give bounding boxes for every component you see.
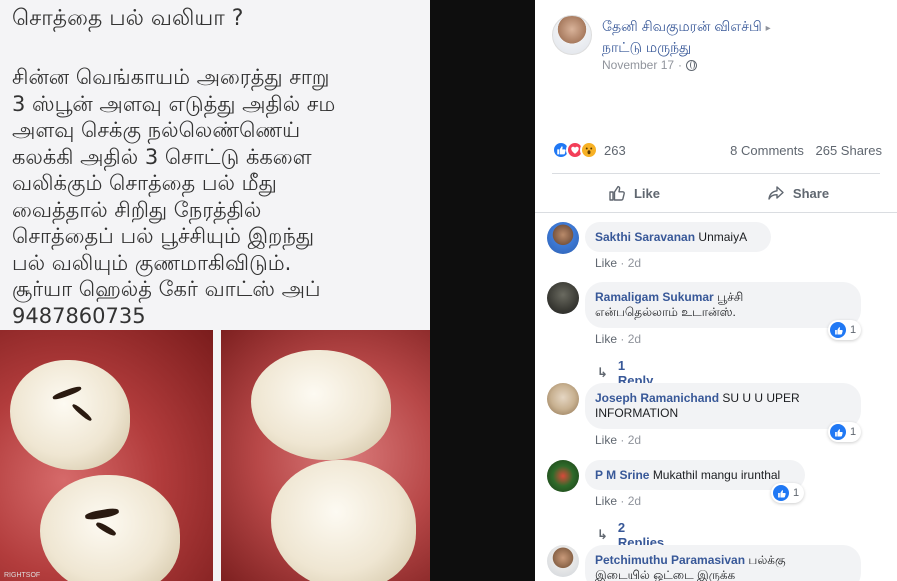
share-label: Share (792, 185, 830, 201)
commenter-name[interactable]: Joseph Ramanichand (595, 391, 719, 405)
post-photo[interactable]: சொத்தை பல் வலியா ? சின்ன வெங்காயம் அரைத்… (0, 0, 535, 581)
thumbs-up-icon (773, 485, 789, 501)
photo-body: சின்ன வெங்காயம் அரைத்து சாறு 3 ஸ்பூன் அள… (12, 64, 422, 329)
comment-actions: Like · 2d (595, 332, 642, 346)
photo-body-line: கலக்கி அதில் 3 சொட்டு க்களை (12, 144, 312, 169)
commenter-avatar[interactable] (547, 282, 579, 314)
comment-bubble: Sakthi Saravanan UnmaiyA (585, 222, 771, 252)
photo-body-line: சூர்யா ஹெல்த் கேர் வாட்ஸ் அப் (12, 277, 321, 301)
comment-text: பல்க்கு (748, 553, 786, 567)
comment-bubble: Ramaligam Sukumar பூச்சி என்பதெல்லாம் உட… (585, 282, 861, 328)
image-divider (213, 330, 221, 581)
comment-actions: Like · 2d (595, 256, 642, 270)
share-arrow-icon (768, 186, 784, 200)
comment-text: பூச்சி (717, 290, 744, 304)
commenter-name[interactable]: Ramaligam Sukumar (595, 290, 714, 304)
comment-bubble: Petchimuthu Paramasivan பல்க்கு இடையில் … (585, 545, 861, 581)
share-button[interactable]: Share (716, 174, 880, 212)
healthy-teeth-image (221, 330, 430, 581)
photo-body-line: பல் வலியும் குணமாகிவிடும். (12, 250, 292, 275)
comment-reaction-badge[interactable]: 1 (828, 320, 862, 340)
author-avatar[interactable] (552, 15, 592, 55)
globe-icon (686, 59, 698, 71)
comment-text: Mukathil mangu irunthal (652, 468, 781, 482)
comment-time[interactable]: 2d (628, 433, 641, 447)
facebook-photo-viewer: சொத்தை பல் வலியா ? சின்ன வெங்காயம் அரைத்… (0, 0, 897, 581)
commenter-name[interactable]: Sakthi Saravanan (595, 230, 695, 244)
author-name[interactable]: தேனி சிவகுமரன் விஎச்பி (602, 18, 762, 34)
comment-like-link[interactable]: Like (595, 332, 617, 346)
post-date[interactable]: November 17 (602, 58, 674, 72)
comment-bubble: Joseph Ramanichand SU U U UPER INFORMATI… (585, 383, 861, 429)
reactions-summary: 263 8 Comments 265 Shares (552, 140, 882, 160)
tooth-shape (251, 350, 391, 460)
reply-arrow-icon: ↳ (597, 527, 608, 542)
commenter-name[interactable]: Petchimuthu Paramasivan (595, 553, 745, 567)
caret-right-icon: ▸ (765, 23, 771, 34)
photo-letterbox (430, 0, 535, 581)
photo-body-line: சொத்தைப் பல் பூச்சியும் இறந்து (12, 224, 315, 248)
comment-reaction-count: 1 (793, 487, 800, 499)
thumbs-up-icon (830, 322, 846, 338)
tooth-shape (271, 460, 416, 581)
like-label: Like (633, 185, 660, 201)
thumbs-up-icon (609, 185, 625, 201)
comment-reaction-count: 1 (850, 426, 857, 438)
shares-count[interactable]: 265 Shares (816, 143, 883, 158)
comment-actions: Like · 2d (595, 433, 642, 447)
reaction-count[interactable]: 263 (604, 143, 626, 158)
comment-like-link[interactable]: Like (595, 494, 617, 508)
comment-reaction-badge[interactable]: 1 (771, 483, 805, 503)
commenter-avatar[interactable] (547, 383, 579, 415)
commenter-avatar[interactable] (547, 222, 579, 254)
post-actions: Like Share (552, 174, 880, 212)
comment-bubble: P M Srine Mukathil mangu irunthal (585, 460, 805, 490)
comment-like-link[interactable]: Like (595, 433, 617, 447)
image-watermark: RIGHTSOF (4, 572, 41, 579)
photo-body-line: சின்ன வெங்காயம் அரைத்து சாறு (12, 65, 330, 89)
comment-text: SU U U UPER (722, 391, 800, 405)
comment-text: என்பதெல்லாம் உடான்ஸ். (595, 305, 736, 319)
meta-separator: · (678, 58, 683, 72)
comments-count[interactable]: 8 Comments (730, 143, 804, 158)
comment-time[interactable]: 2d (628, 256, 641, 270)
page-name[interactable]: நாட்டு மருந்து (602, 39, 691, 55)
decayed-teeth-image: RIGHTSOF (0, 330, 213, 581)
photo-body-line: வைத்தால் சிறிது நேரத்தில் (12, 197, 262, 222)
comment-time[interactable]: 2d (628, 494, 641, 508)
divider (535, 212, 897, 213)
comment-text: UnmaiyA (698, 230, 748, 244)
photo-body-line: அளவு செக்கு நல்லெண்ணெய் (12, 118, 301, 142)
thumbs-up-icon (830, 424, 846, 440)
commenter-avatar[interactable] (547, 545, 579, 577)
comment-time[interactable]: 2d (628, 332, 641, 346)
photo-body-line: 9487860735 (12, 303, 146, 328)
post-author[interactable]: தேனி சிவகுமரன் விஎச்பி ▸ நாட்டு மருந்து (602, 17, 832, 57)
commenter-name[interactable]: P M Srine (595, 468, 649, 482)
photo-body-line: 3 ஸ்பூன் அளவு எடுத்து அதில் சம (12, 91, 336, 116)
comment-reaction-count: 1 (850, 324, 857, 336)
reaction-icons[interactable] (552, 141, 598, 159)
comment-text: இடையில் ஒட்டை இருக்க (595, 568, 736, 581)
comment-actions: Like · 2d (595, 494, 642, 508)
post-sidebar: தேனி சிவகுமரன் விஎச்பி ▸ நாட்டு மருந்து … (535, 0, 897, 581)
tooth-shape (10, 360, 130, 470)
photo-title: சொத்தை பல் வலியா ? (12, 6, 244, 31)
comment-text: INFORMATION (595, 406, 679, 420)
like-button[interactable]: Like (552, 174, 716, 212)
wow-reaction-icon (580, 141, 598, 159)
reply-arrow-icon: ↳ (597, 365, 608, 380)
comments-shares: 8 Comments 265 Shares (722, 143, 882, 158)
comment-reaction-badge[interactable]: 1 (828, 422, 862, 442)
photo-body-line: வலிக்கும் சொத்தை பல் மீது (12, 171, 277, 195)
post-meta: November 17 · (602, 58, 698, 72)
commenter-avatar[interactable] (547, 460, 579, 492)
comment-like-link[interactable]: Like (595, 256, 617, 270)
